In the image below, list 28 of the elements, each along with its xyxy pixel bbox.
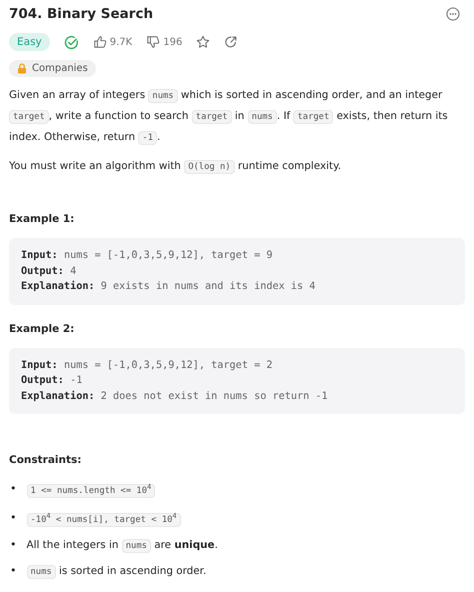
description-paragraph: Given an array of integers nums which is sorted in ascending order, and an integer target , write a function to search target in nums . If target exists, then return its index. Otherwise, return -1 .: [9, 88, 449, 147]
bullet-mark: •: [9, 563, 16, 580]
bullet-mark: •: [9, 537, 16, 554]
example-line: Output: 4: [21, 264, 78, 278]
constraint-text: All the integers in nums are unique.: [26, 538, 218, 555]
thumbs-down-icon: [146, 35, 160, 49]
lock-icon: [17, 63, 27, 74]
constraint-text: nums is sorted in ascending order.: [26, 562, 206, 581]
share-icon[interactable]: [224, 35, 238, 49]
dislike-button[interactable]: 196: [146, 35, 182, 49]
problem-title: 704. Binary Search: [9, 6, 154, 22]
example-line: Explanation: 2 does not exist in nums so return -1: [21, 390, 329, 404]
difficulty-badge: Easy: [9, 33, 50, 51]
like-button[interactable]: 9.7K: [92, 35, 132, 49]
example-heading: Example 1:: [9, 213, 76, 225]
example-line: Input: nums = [-1,0,3,5,9,12], target = 2: [21, 358, 274, 372]
thumbs-up-icon: [92, 35, 107, 49]
example-line: Input: nums = [-1,0,3,5,9,12], target = 9: [21, 249, 274, 263]
example-line: Explanation: 9 exists in nums and its index is 4: [21, 280, 316, 294]
description-paragraph: You must write an algorithm with O(log n) runtime complexity.: [9, 159, 342, 176]
constraints-heading: Constraints:: [9, 454, 82, 466]
example-heading: Example 2:: [9, 322, 76, 334]
companies-tag[interactable]: Companies: [9, 60, 96, 77]
bullet-mark: •: [9, 480, 16, 497]
example-line: Output: -1: [21, 374, 84, 388]
more-icon[interactable]: [446, 7, 460, 21]
star-icon[interactable]: [196, 35, 210, 49]
bullet-mark: •: [9, 510, 16, 526]
